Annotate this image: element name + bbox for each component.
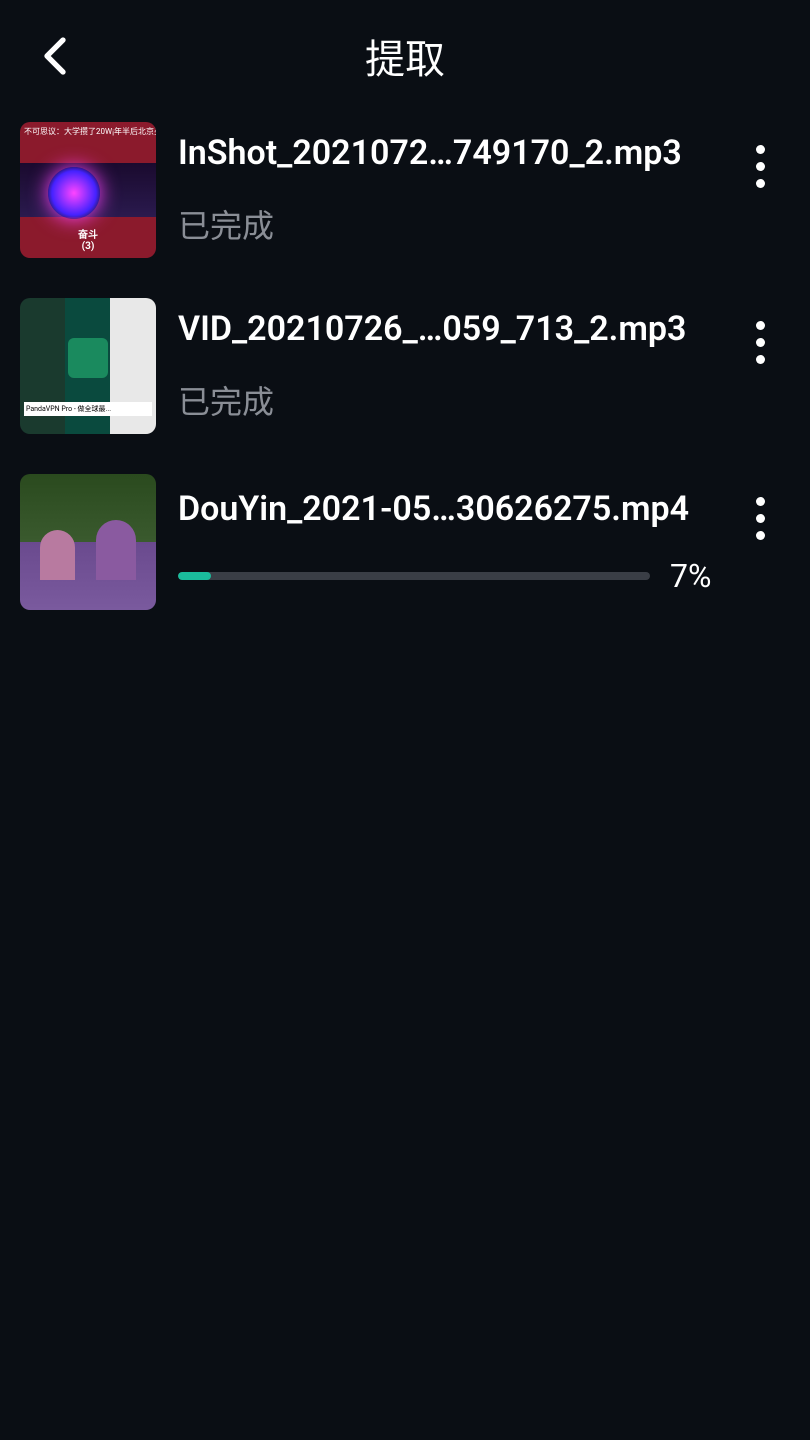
back-button[interactable] [30, 31, 80, 81]
more-button[interactable] [740, 488, 780, 548]
progress-text: 7% [670, 557, 730, 595]
progress-bar [178, 572, 650, 580]
thumbnail [20, 474, 156, 610]
header: 提取 [0, 0, 810, 112]
chevron-left-icon [39, 34, 71, 78]
item-status: 已完成 [178, 377, 730, 423]
list-item[interactable]: InShot_2021072…749170_2.mp3 已完成 [0, 112, 810, 268]
extract-list: InShot_2021072…749170_2.mp3 已完成 VID_2021… [0, 112, 810, 620]
more-button[interactable] [740, 136, 780, 196]
more-vertical-icon [756, 145, 765, 154]
more-vertical-icon [756, 321, 765, 330]
item-title: InShot_2021072…749170_2.mp3 [178, 133, 730, 173]
item-content: DouYin_2021-05…30626275.mp4 7% [178, 489, 790, 595]
item-content: InShot_2021072…749170_2.mp3 已完成 [178, 133, 790, 247]
item-content: VID_20210726_…059_713_2.mp3 已完成 [178, 309, 790, 423]
more-button[interactable] [740, 312, 780, 372]
list-item[interactable]: VID_20210726_…059_713_2.mp3 已完成 [0, 288, 810, 444]
more-vertical-icon [756, 497, 765, 506]
item-title: DouYin_2021-05…30626275.mp4 [178, 489, 730, 529]
thumbnail [20, 298, 156, 434]
list-item[interactable]: DouYin_2021-05…30626275.mp4 7% [0, 464, 810, 620]
page-title: 提取 [0, 27, 810, 85]
item-status: 已完成 [178, 201, 730, 247]
thumbnail [20, 122, 156, 258]
item-title: VID_20210726_…059_713_2.mp3 [178, 309, 730, 349]
progress-fill [178, 572, 211, 580]
progress-row: 7% [178, 557, 730, 595]
